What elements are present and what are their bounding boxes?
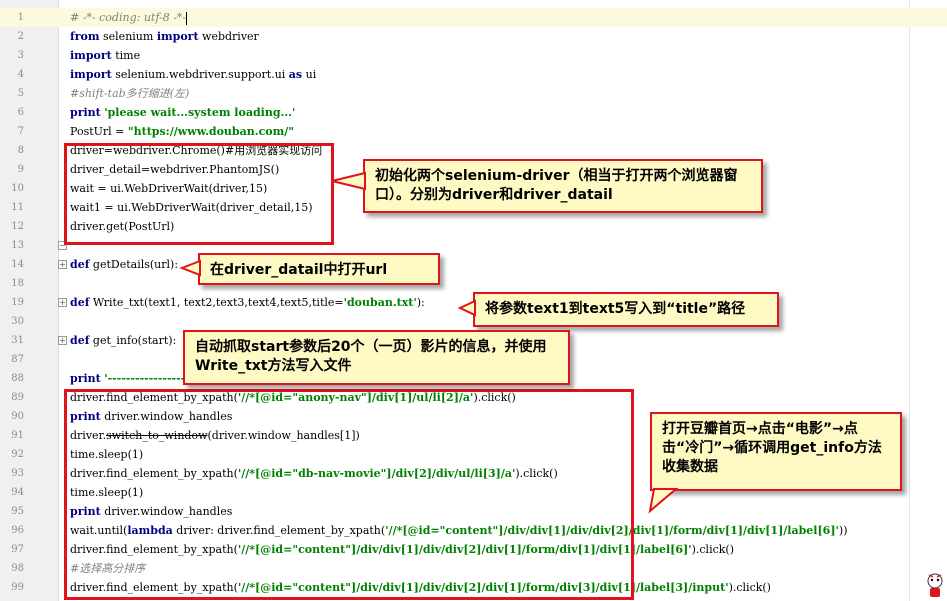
callout-text: 打开豆瓣首页→点击“电影”→点击“冷门”→循环调用get_info方法收集数据 (662, 421, 882, 475)
code-token: import (156, 30, 199, 43)
fold-toggle-icon[interactable]: + (58, 260, 67, 269)
line-number: 31 (11, 335, 24, 346)
code-text: def getDetails(url): (70, 255, 178, 274)
line-number: 89 (11, 392, 24, 403)
mascot-icon (927, 573, 943, 597)
line-number: 88 (11, 373, 24, 384)
callout-pointer (648, 488, 679, 514)
code-line[interactable]: 4 import selenium.webdriver.support.ui as… (0, 65, 947, 84)
code-text: # -*- coding: utf-8 -*- (70, 8, 188, 27)
line-number: 1 (17, 12, 24, 23)
line-number: 98 (11, 563, 24, 574)
line-number: 12 (11, 221, 24, 232)
callout-open-url: 在driver_datail中打开url (179, 253, 440, 285)
line-number: 18 (11, 278, 24, 289)
code-line[interactable]: 14 + def getDetails(url): (0, 255, 947, 274)
line-number: 9 (17, 164, 24, 175)
line-number: 93 (11, 468, 24, 479)
code-token: as (288, 68, 303, 81)
code-text: PostUrl = "https://www.douban.com/" (70, 122, 294, 141)
code-token: ): (416, 296, 425, 309)
highlight-init-block (64, 143, 334, 245)
code-token: import (70, 68, 112, 81)
line-number: 6 (17, 107, 24, 118)
code-text: import selenium.webdriver.support.ui as … (70, 65, 316, 84)
line-number: 8 (17, 145, 24, 156)
line-number: 97 (11, 544, 24, 555)
code-token: ).click() (691, 543, 735, 556)
callout-auto-fetch: 自动抓取start参数后20个（一页）影片的信息，并使用Write_txt方法写… (183, 330, 570, 385)
code-text: #shift-tab多行缩进(左) (70, 84, 189, 103)
code-line[interactable]: 5 #shift-tab多行缩进(左) (0, 84, 947, 103)
callout-init-drivers: 初始化两个selenium-driver（相当于打开两个浏览器窗口）。分别为dr… (331, 159, 763, 213)
code-token: 'please wait...system loading...' (104, 106, 296, 119)
line-number: 19 (11, 297, 24, 308)
code-token: "https://www.douban.com/" (127, 125, 295, 138)
code-line[interactable]: 7 PostUrl = "https://www.douban.com/" (0, 122, 947, 141)
line-number: 30 (11, 316, 24, 327)
code-text: print 'please wait...system loading...' (70, 103, 295, 122)
line-number: 3 (17, 50, 24, 61)
code-line[interactable]: 6 print 'please wait...system loading...' (0, 103, 947, 122)
code-token: webdriver (198, 30, 259, 43)
code-line[interactable]: 1 # -*- coding: utf-8 -*- (0, 8, 947, 27)
code-token: ui (302, 68, 317, 81)
code-text: def Write_txt(text1, text2,text3,text4,t… (70, 293, 425, 312)
line-number: 99 (11, 582, 24, 593)
code-token: def (70, 296, 90, 309)
code-token: time (111, 49, 141, 62)
code-line[interactable]: 3 import time (0, 46, 947, 65)
callout-text: 在driver_datail中打开url (210, 262, 388, 278)
line-number: 5 (17, 88, 24, 99)
line-number: 87 (11, 354, 24, 365)
callout-write-params: 将参数text1到text5写入到“title”路径 (457, 292, 779, 327)
text-cursor (186, 11, 188, 25)
callout-text: 自动抓取start参数后20个（一页）影片的信息，并使用Write_txt方法写… (195, 339, 547, 374)
line-number: 7 (17, 126, 24, 137)
line-number: 90 (11, 411, 24, 422)
callout-pointer (179, 259, 201, 277)
code-token: ).click() (728, 581, 771, 594)
code-token: getDetails(url): (89, 258, 179, 271)
callout-pointer (457, 299, 476, 317)
line-number: 4 (17, 69, 24, 80)
code-token: get_info(start): (89, 334, 177, 347)
code-token: selenium (99, 30, 157, 43)
code-text: import time (70, 46, 140, 65)
code-token: from (70, 30, 100, 43)
line-number: 14 (11, 259, 24, 270)
line-number: 91 (11, 430, 24, 441)
code-token: Write_txt(text1, text2,text3,text4,text5… (89, 296, 344, 309)
code-text: from selenium import webdriver (70, 27, 259, 46)
line-number: 94 (11, 487, 24, 498)
code-text: def get_info(start): (70, 331, 176, 350)
line-number: 96 (11, 525, 24, 536)
code-token: PostUrl = (70, 125, 128, 138)
code-token: def (70, 334, 90, 347)
code-token: 'douban.txt' (343, 296, 417, 309)
line-number: 95 (11, 506, 24, 517)
highlight-main-block (64, 389, 634, 600)
code-token: print (70, 106, 101, 119)
code-token: selenium.webdriver.support.ui (111, 68, 289, 81)
line-number: 2 (17, 31, 24, 42)
code-token: # -*- coding: utf-8 -*- (70, 11, 187, 24)
callout-text: 初始化两个selenium-driver（相当于打开两个浏览器窗口）。分别为dr… (375, 168, 738, 203)
code-token: print (70, 372, 101, 385)
code-token: #shift-tab多行缩进(左) (70, 87, 190, 100)
callout-pointer (331, 171, 366, 191)
fold-toggle-icon[interactable]: + (58, 336, 67, 345)
line-number: 13 (11, 240, 24, 251)
callout-text: 将参数text1到text5写入到“title”路径 (485, 301, 746, 317)
code-token: def (70, 258, 90, 271)
code-line[interactable]: 2 from selenium import webdriver (0, 27, 947, 46)
code-token: )) (838, 524, 848, 537)
callout-douban-flow: 打开豆瓣首页→点击“电影”→点击“冷门”→循环调用get_info方法收集数据 (648, 412, 902, 514)
line-number: 10 (11, 183, 24, 194)
code-line[interactable]: 18 (0, 274, 947, 293)
fold-toggle-icon[interactable]: + (58, 298, 67, 307)
code-token: import (70, 49, 112, 62)
line-number: 92 (11, 449, 24, 460)
line-number: 11 (11, 202, 24, 213)
